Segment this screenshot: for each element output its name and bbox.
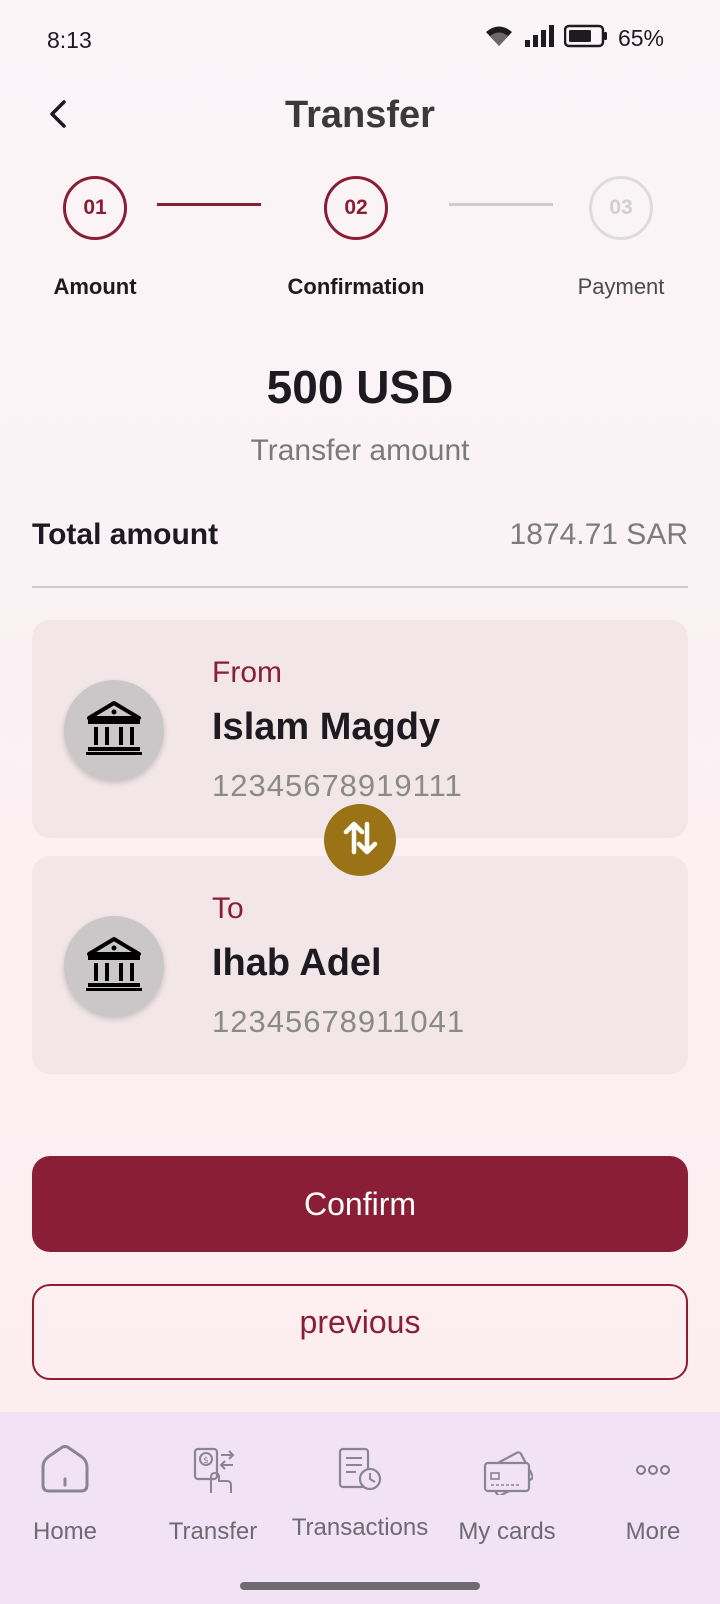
signal-icon xyxy=(524,24,554,53)
status-time: 8:13 xyxy=(47,27,92,53)
transfer-amount-value: 500 USD xyxy=(266,361,454,413)
transfer-amount-caption: Transfer amount xyxy=(250,434,470,467)
nav-item-transactions[interactable]: Transactions xyxy=(285,1442,435,1542)
nav-item-more[interactable]: More xyxy=(578,1442,720,1546)
nav-item-home[interactable]: Home xyxy=(0,1442,140,1546)
nav-label-transfer: Transfer xyxy=(168,1518,258,1545)
total-amount-label: Total amount xyxy=(32,518,219,551)
nav-label-transactions: Transactions xyxy=(291,1514,429,1541)
step-2-label: Confirmation xyxy=(287,274,425,299)
svg-text:$: $ xyxy=(203,1456,209,1466)
header: Transfer xyxy=(0,84,720,148)
step-connector-2 xyxy=(449,203,553,206)
step-3-circle: 03 xyxy=(589,176,653,240)
step-connector-1 xyxy=(157,203,261,206)
from-name: Islam Magdy xyxy=(212,706,441,748)
to-avatar xyxy=(64,916,164,1016)
page-title: Transfer xyxy=(285,94,435,136)
confirm-button[interactable]: Confirm xyxy=(32,1156,688,1252)
bank-icon xyxy=(84,936,144,997)
amount-block: 500 USD Transfer amount xyxy=(0,360,720,468)
status-icons: 65% xyxy=(484,24,664,53)
stepper: 01 02 03 Amount Confirmation Payment xyxy=(0,176,720,306)
bottom-nav: Home $ Transfer Transactions My cards Mo… xyxy=(0,1412,720,1604)
step-2-circle: 02 xyxy=(324,176,388,240)
step-3-label: Payment xyxy=(577,274,665,299)
to-name: Ihab Adel xyxy=(212,942,382,984)
previous-button[interactable]: previous xyxy=(32,1284,688,1380)
wifi-icon xyxy=(484,24,514,53)
battery-percent: 65% xyxy=(617,25,664,51)
nav-label-home: Home xyxy=(32,1518,98,1545)
nav-label-my-cards: My cards xyxy=(458,1518,556,1545)
total-amount-row: Total amount 1874.71 SAR xyxy=(32,518,688,588)
from-account-number: 12345678919111 xyxy=(212,768,463,803)
from-avatar xyxy=(64,680,164,780)
battery-icon xyxy=(563,24,608,53)
nav-item-my-cards[interactable]: My cards xyxy=(432,1442,582,1546)
to-account-card: To Ihab Adel 12345678911041 xyxy=(32,856,688,1074)
swap-button[interactable] xyxy=(324,804,396,876)
transfer-icon: $ xyxy=(185,1442,241,1498)
home-icon xyxy=(37,1442,93,1498)
card-icon xyxy=(479,1442,535,1498)
to-role-label: To xyxy=(212,892,244,925)
nav-item-transfer[interactable]: $ Transfer xyxy=(138,1442,288,1546)
to-account-number: 12345678911041 xyxy=(212,1004,466,1039)
step-1-label: Amount xyxy=(53,274,137,299)
from-role-label: From xyxy=(212,656,282,689)
nav-label-more: More xyxy=(625,1518,681,1545)
bank-icon xyxy=(84,700,144,761)
home-indicator[interactable] xyxy=(240,1582,480,1590)
status-bar: 8:13 65% xyxy=(0,0,720,84)
total-amount-value: 1874.71 SAR xyxy=(509,518,688,551)
swap-vertical-icon xyxy=(340,818,380,863)
step-1-circle: 01 xyxy=(63,176,127,240)
more-icon xyxy=(625,1442,681,1498)
transactions-icon xyxy=(332,1442,388,1498)
